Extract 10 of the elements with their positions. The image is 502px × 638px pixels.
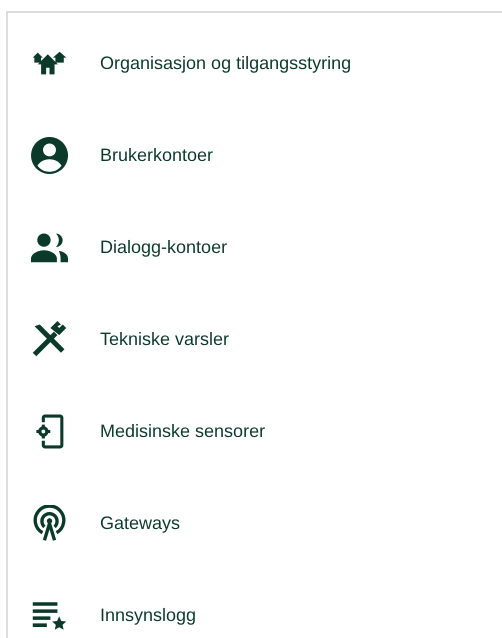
- menu-item[interactable]: Medisinske sensorer: [8, 409, 278, 453]
- user-icon: [31, 136, 68, 174]
- menu-item[interactable]: Innsynslogg: [8, 593, 208, 637]
- menu-item[interactable]: Tekniske varsler: [8, 317, 242, 361]
- menu-item[interactable]: Gateways: [8, 501, 192, 545]
- antenna-icon: [31, 504, 68, 542]
- menu-item[interactable]: Brukerkontoer: [8, 133, 226, 177]
- menu-item[interactable]: Organisasjon og tilgangsstyring: [8, 41, 364, 85]
- tools-icon: [31, 320, 68, 358]
- menu-item[interactable]: Dialogg-kontoer: [8, 225, 240, 269]
